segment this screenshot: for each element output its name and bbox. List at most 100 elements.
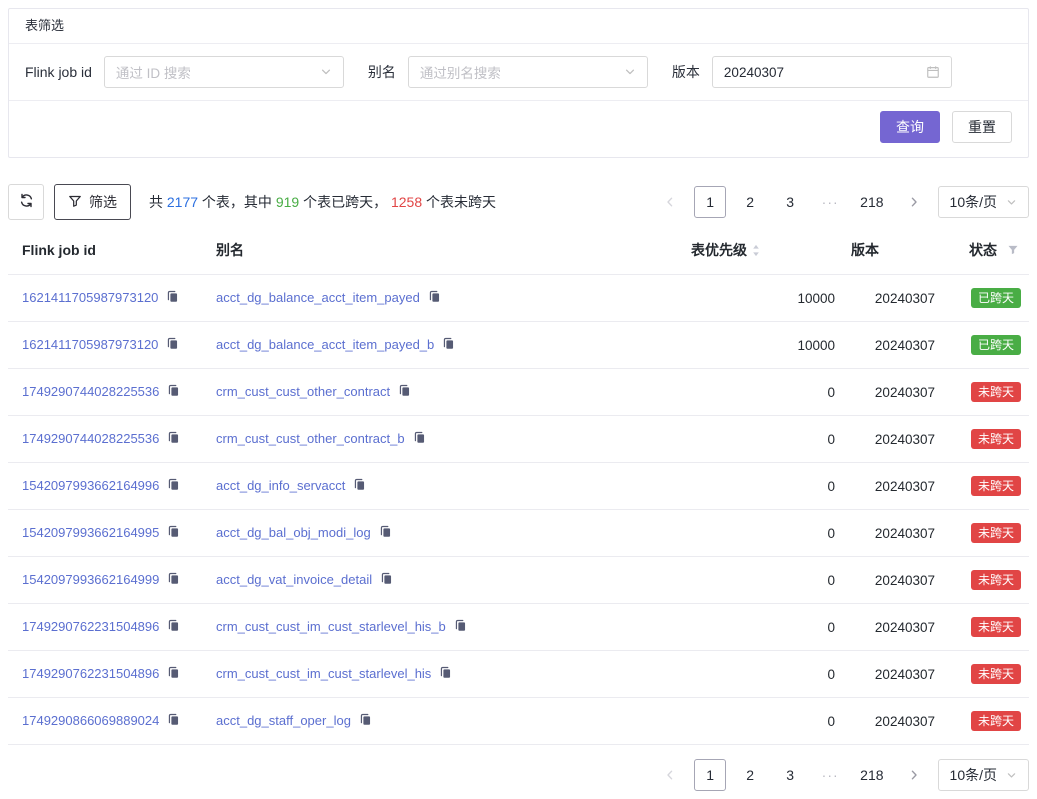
alias-link[interactable]: crm_cust_cust_other_contract_b <box>216 431 405 446</box>
table-header-row: Flink job id 别名 表优先级 版本 状态 <box>8 228 1029 275</box>
status-cell: 已跨天 <box>943 322 1029 369</box>
version-cell: 20240307 <box>843 604 943 651</box>
copy-icon[interactable] <box>379 525 392 541</box>
flink-job-id-link[interactable]: 1621411705987973120 <box>22 337 158 352</box>
copy-icon[interactable] <box>439 666 452 682</box>
uncrossed-count: 1258 <box>391 194 422 210</box>
copy-icon[interactable] <box>359 713 372 729</box>
page-size-label: 10条/页 <box>950 192 997 212</box>
flink-job-id-cell: 1749290762231504896 <box>8 604 208 651</box>
table-row: 1749290762231504896 crm_cust_cust_im_cust… <box>8 651 1029 698</box>
priority-cell: 0 <box>683 557 843 604</box>
column-label: 别名 <box>216 242 244 258</box>
column-status: 状态 <box>943 228 1029 275</box>
flink-job-id-link[interactable]: 1542097993662164999 <box>22 572 159 587</box>
page-number-1[interactable]: 1 <box>694 759 726 791</box>
copy-icon[interactable] <box>167 384 180 400</box>
copy-icon[interactable] <box>167 478 180 494</box>
flink-job-id-link[interactable]: 1749290762231504896 <box>22 666 159 681</box>
page-size-select[interactable]: 10条/页 <box>938 186 1029 218</box>
copy-icon[interactable] <box>166 337 179 353</box>
status-badge: 未跨天 <box>971 617 1021 637</box>
flink-job-id-link[interactable]: 1749290744028225536 <box>22 384 159 399</box>
prev-page-button[interactable] <box>654 186 686 218</box>
page-number-2[interactable]: 2 <box>734 759 766 791</box>
toolbar: 筛选 共 2177 个表，其中 919 个表已跨天， 1258 个表未跨天 12… <box>8 184 1029 220</box>
column-version: 版本 <box>843 228 943 275</box>
top-pagination: 123···218 10条/页 <box>654 186 1029 218</box>
copy-icon[interactable] <box>380 572 393 588</box>
flink-job-id-link[interactable]: 1542097993662164995 <box>22 525 159 540</box>
next-page-button[interactable] <box>898 186 930 218</box>
table-row: 1749290744028225536 crm_cust_cust_other_c… <box>8 416 1029 463</box>
flink-job-id-link[interactable]: 1542097993662164996 <box>22 478 159 493</box>
flink-job-id-link[interactable]: 1621411705987973120 <box>22 290 158 305</box>
priority-cell: 0 <box>683 651 843 698</box>
page-number-1[interactable]: 1 <box>694 186 726 218</box>
total-count: 2177 <box>167 194 198 210</box>
prev-page-button[interactable] <box>654 759 686 791</box>
copy-icon[interactable] <box>353 478 366 494</box>
alias-link[interactable]: crm_cust_cust_im_cust_starlevel_his <box>216 666 431 681</box>
status-badge: 未跨天 <box>971 711 1021 731</box>
column-flink-job-id: Flink job id <box>8 228 208 275</box>
flink-job-id-select[interactable]: 通过 ID 搜索 <box>104 56 344 88</box>
status-filter-icon[interactable] <box>1007 244 1019 256</box>
copy-icon[interactable] <box>398 384 411 400</box>
reset-button[interactable]: 重置 <box>952 111 1012 143</box>
flink-job-id-cell: 1621411705987973120 <box>8 322 208 369</box>
page-number-218[interactable]: 218 <box>854 186 889 218</box>
page-number-2[interactable]: 2 <box>734 186 766 218</box>
priority-cell: 0 <box>683 369 843 416</box>
status-badge: 已跨天 <box>971 288 1021 308</box>
page-number-218[interactable]: 218 <box>854 759 889 791</box>
copy-icon[interactable] <box>442 337 455 353</box>
alias-cell: crm_cust_cust_other_contract <box>208 369 683 416</box>
page-ellipsis[interactable]: ··· <box>814 186 846 218</box>
version-cell: 20240307 <box>843 510 943 557</box>
copy-icon[interactable] <box>167 525 180 541</box>
page-number-3[interactable]: 3 <box>774 186 806 218</box>
alias-link[interactable]: acct_dg_bal_obj_modi_log <box>216 525 371 540</box>
priority-cell: 10000 <box>683 275 843 322</box>
copy-icon[interactable] <box>167 572 180 588</box>
flink-job-id-cell: 1542097993662164995 <box>8 510 208 557</box>
filter-card: 表筛选 Flink job id 通过 ID 搜索 别名 通过别名搜索 <box>8 8 1029 158</box>
copy-icon[interactable] <box>166 290 179 306</box>
priority-cell: 0 <box>683 698 843 745</box>
alias-select[interactable]: 通过别名搜索 <box>408 56 648 88</box>
page-number-3[interactable]: 3 <box>774 759 806 791</box>
field-flink-job-id: Flink job id 通过 ID 搜索 <box>25 56 344 88</box>
alias-link[interactable]: acct_dg_balance_acct_item_payed <box>216 290 420 305</box>
copy-icon[interactable] <box>167 619 180 635</box>
field-alias: 别名 通过别名搜索 <box>368 56 648 88</box>
alias-link[interactable]: acct_dg_info_servacct <box>216 478 345 493</box>
filter-toggle-button[interactable]: 筛选 <box>54 184 131 220</box>
chevron-down-icon <box>1006 770 1017 781</box>
sort-icon[interactable] <box>751 243 761 258</box>
copy-icon[interactable] <box>167 431 180 447</box>
copy-icon[interactable] <box>167 713 180 729</box>
alias-link[interactable]: acct_dg_balance_acct_item_payed_b <box>216 337 434 352</box>
alias-cell: crm_cust_cust_other_contract_b <box>208 416 683 463</box>
refresh-button[interactable] <box>8 184 44 220</box>
page-size-select[interactable]: 10条/页 <box>938 759 1029 791</box>
alias-link[interactable]: crm_cust_cust_im_cust_starlevel_his_b <box>216 619 446 634</box>
alias-cell: acct_dg_bal_obj_modi_log <box>208 510 683 557</box>
priority-cell: 0 <box>683 510 843 557</box>
copy-icon[interactable] <box>413 431 426 447</box>
alias-cell: acct_dg_vat_invoice_detail <box>208 557 683 604</box>
next-page-button[interactable] <box>898 759 930 791</box>
flink-job-id-link[interactable]: 1749290744028225536 <box>22 431 159 446</box>
flink-job-id-link[interactable]: 1749290762231504896 <box>22 619 159 634</box>
copy-icon[interactable] <box>428 290 441 306</box>
version-date-input[interactable]: 20240307 <box>712 56 952 88</box>
copy-icon[interactable] <box>167 666 180 682</box>
alias-link[interactable]: acct_dg_staff_oper_log <box>216 713 351 728</box>
copy-icon[interactable] <box>454 619 467 635</box>
alias-link[interactable]: crm_cust_cust_other_contract <box>216 384 390 399</box>
page-ellipsis[interactable]: ··· <box>814 759 846 791</box>
flink-job-id-link[interactable]: 1749290866069889024 <box>22 713 159 728</box>
query-button[interactable]: 查询 <box>880 111 940 143</box>
alias-link[interactable]: acct_dg_vat_invoice_detail <box>216 572 372 587</box>
